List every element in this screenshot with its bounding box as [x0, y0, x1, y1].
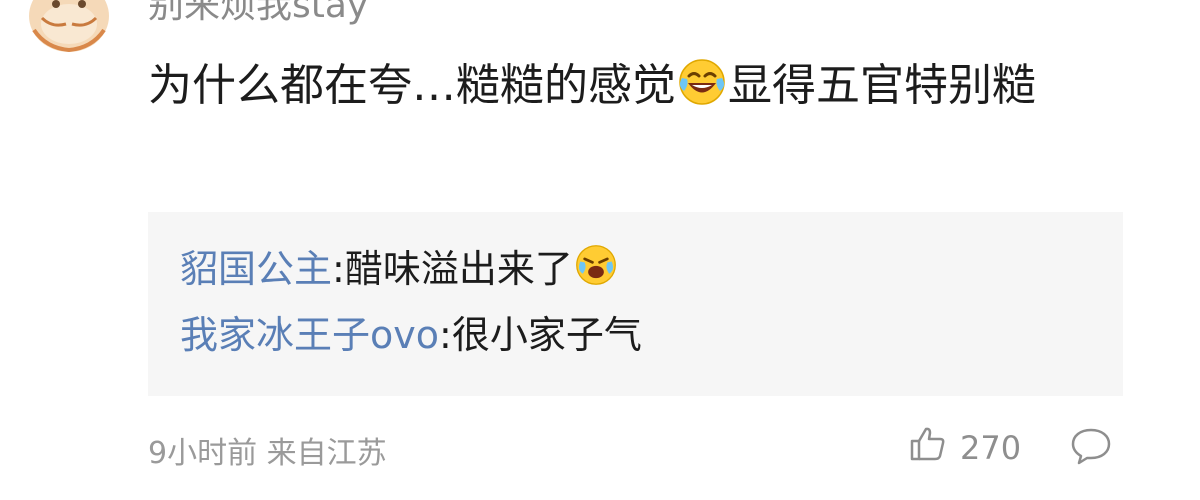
thumbs-up-icon[interactable] [908, 424, 948, 472]
reply-text: 醋味溢出来了 [344, 247, 573, 291]
laughing-crying-emoji-icon [678, 58, 726, 106]
reply-username[interactable]: 我家冰王子ovo [180, 313, 439, 357]
comment-time: 9小时前 [148, 436, 258, 471]
like-count: 270 [960, 429, 1022, 467]
reply-text: 很小家子气 [451, 313, 642, 357]
comment-text-part2: 显得五官特别糙 [728, 60, 1036, 111]
laughing-crying-emoji-icon [575, 244, 617, 286]
comment-text-part1: 为什么都在夸…糙糙的感觉 [148, 60, 676, 111]
reply-separator: : [439, 313, 452, 357]
comment-bubble-icon[interactable] [1070, 426, 1112, 466]
reply-preview[interactable]: 貂国公主:醋味溢出来了 我家冰王子ovo:很小家子气 [148, 212, 1123, 396]
comment-meta: 9小时前 来自江苏 [148, 428, 387, 472]
reply-item: 我家冰王子ovo:很小家子气 [180, 304, 642, 359]
like-button[interactable]: 270 [908, 424, 1021, 472]
reply-username[interactable]: 貂国公主 [180, 247, 332, 291]
reply-separator: : [332, 247, 345, 291]
comment-location: 来自江苏 [266, 436, 387, 471]
reply-item: 貂国公主:醋味溢出来了 [180, 238, 617, 293]
comment-text: 为什么都在夸…糙糙的感觉 显得五官特别糙 [148, 52, 1128, 120]
comment-username[interactable]: 别来烦我stay [148, 0, 368, 28]
avatar[interactable] [22, 0, 116, 58]
